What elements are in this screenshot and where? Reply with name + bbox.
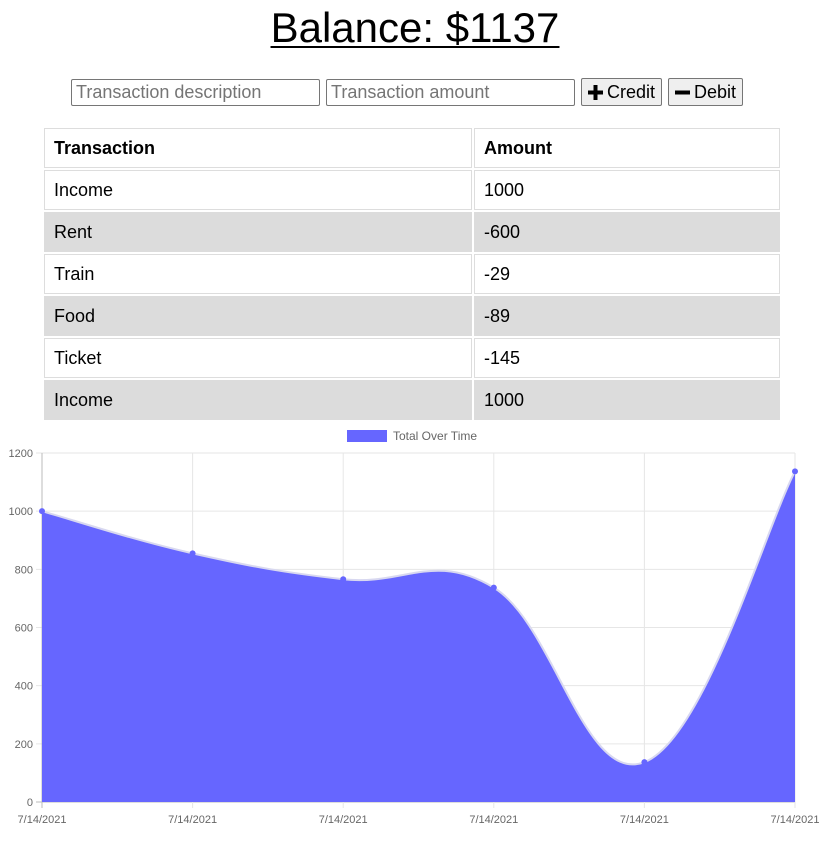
table-row: Ticket -145 bbox=[44, 338, 780, 378]
y-tick-label: 1200 bbox=[9, 448, 33, 460]
table-row: Train -29 bbox=[44, 254, 780, 294]
y-tick-label: 1000 bbox=[9, 506, 33, 518]
total-over-time-chart: 0 200 400 600 800 1000 1200 7/14/2021 7/14/2021 7… bbox=[9, 429, 820, 826]
x-tick-label: 7/14/2021 bbox=[771, 814, 820, 826]
transaction-name: Income bbox=[44, 380, 472, 420]
minus-icon bbox=[675, 85, 691, 100]
plus-icon bbox=[588, 84, 603, 100]
balance-amount: 1137 bbox=[469, 4, 560, 51]
balance-heading: Balance: $1137 bbox=[0, 0, 830, 56]
x-tick-label: 7/14/2021 bbox=[620, 814, 669, 826]
transaction-name: Rent bbox=[44, 212, 472, 252]
x-tick-label: 7/14/2021 bbox=[319, 814, 368, 826]
transaction-amount-input[interactable] bbox=[326, 78, 575, 106]
table-row: Food -89 bbox=[44, 296, 780, 336]
table-header-row: Transaction Amount bbox=[44, 128, 780, 168]
data-point bbox=[490, 584, 497, 591]
table-row: Income 1000 bbox=[44, 170, 780, 210]
legend-label: Total Over Time bbox=[393, 429, 477, 443]
transaction-description-input[interactable] bbox=[71, 78, 320, 106]
data-point bbox=[792, 468, 798, 475]
column-header-amount: Amount bbox=[474, 128, 780, 168]
transaction-amount: 1000 bbox=[474, 380, 780, 420]
column-header-transaction: Transaction bbox=[44, 128, 472, 168]
transactions-table: Transaction Amount Income 1000 Rent -600… bbox=[42, 126, 782, 422]
y-tick-label: 0 bbox=[27, 797, 33, 809]
data-point bbox=[340, 576, 347, 583]
transaction-amount: -600 bbox=[474, 212, 780, 252]
data-point bbox=[39, 508, 45, 515]
balance-label: Balance: $ bbox=[270, 4, 470, 51]
table-row: Rent -600 bbox=[44, 212, 780, 252]
data-point bbox=[641, 759, 648, 766]
debit-button-label: Debit bbox=[694, 81, 737, 102]
transaction-amount: -89 bbox=[474, 296, 780, 336]
legend-swatch bbox=[347, 430, 387, 442]
series-area bbox=[42, 471, 795, 802]
credit-button-label: Credit bbox=[607, 81, 656, 102]
y-tick-label: 800 bbox=[15, 564, 33, 576]
y-tick-label: 600 bbox=[15, 623, 33, 635]
transaction-name: Train bbox=[44, 254, 472, 294]
x-tick-label: 7/14/2021 bbox=[18, 814, 67, 826]
transaction-name: Income bbox=[44, 170, 472, 210]
credit-button[interactable]: Credit bbox=[581, 78, 663, 106]
transaction-amount: 1000 bbox=[474, 170, 780, 210]
debit-button[interactable]: Debit bbox=[668, 78, 744, 106]
transaction-form: Credit Debit bbox=[71, 78, 744, 106]
data-point bbox=[189, 550, 196, 557]
x-tick-label: 7/14/2021 bbox=[168, 814, 217, 826]
transaction-name: Ticket bbox=[44, 338, 472, 378]
transaction-amount: -29 bbox=[474, 254, 780, 294]
table-row: Income 1000 bbox=[44, 380, 780, 420]
y-tick-label: 200 bbox=[15, 739, 33, 751]
y-tick-label: 400 bbox=[15, 681, 33, 693]
transaction-amount: -145 bbox=[474, 338, 780, 378]
x-tick-label: 7/14/2021 bbox=[469, 814, 518, 826]
transaction-name: Food bbox=[44, 296, 472, 336]
